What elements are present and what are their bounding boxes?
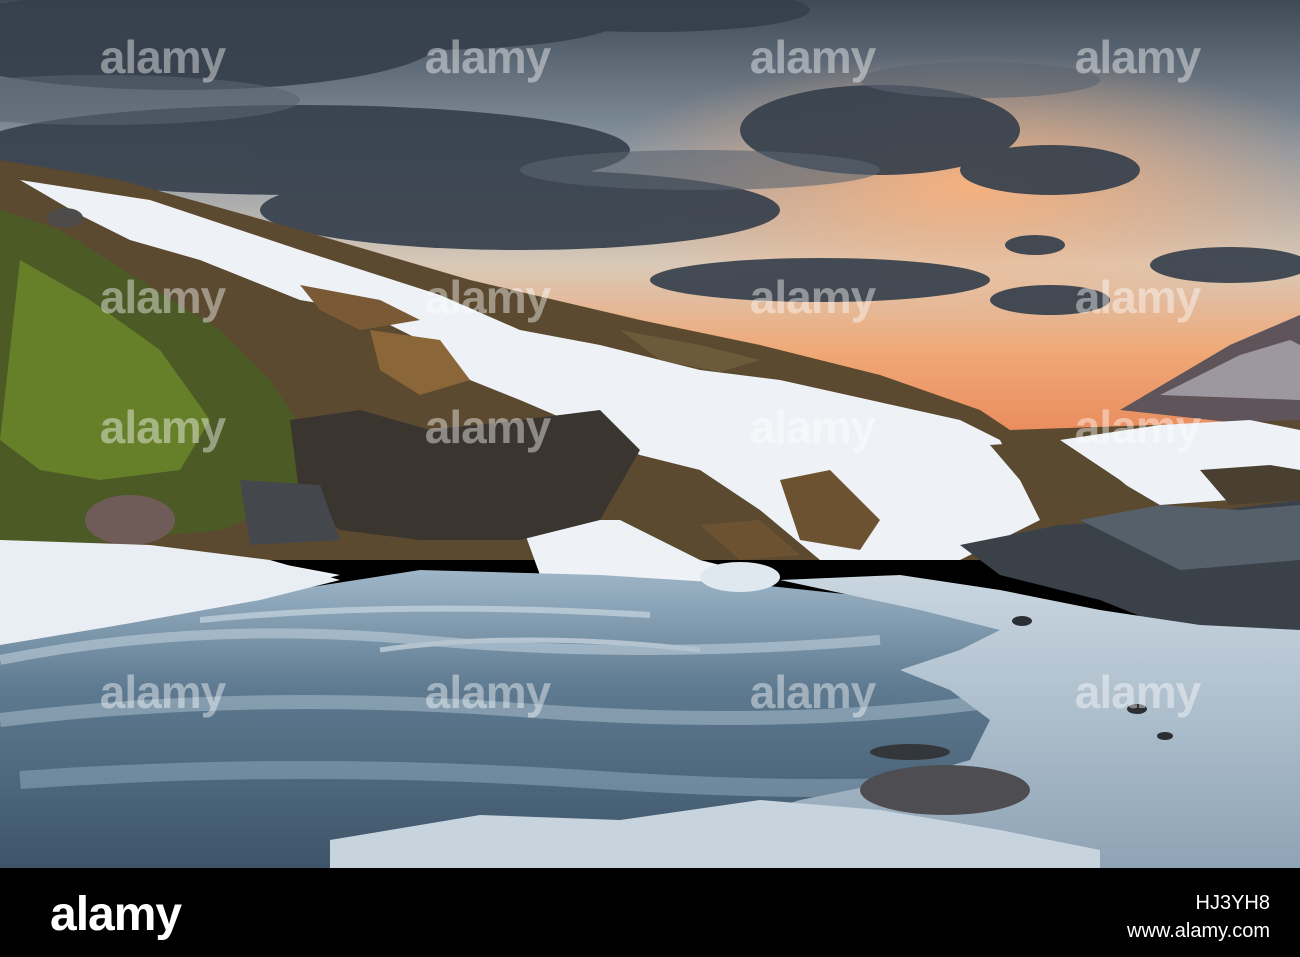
image-id: HJ3YH8	[1195, 892, 1270, 914]
photo-canvas	[0, 0, 1300, 868]
footer-bar	[0, 868, 1300, 957]
landscape-photo: alamy alamy alamy alamy alamy alamy alam…	[0, 0, 1300, 868]
image-viewer: alamy alamy alamy alamy alamy alamy alam…	[0, 0, 1300, 957]
brand-logo: alamy	[50, 888, 182, 941]
site-url: www.alamy.com	[1127, 920, 1270, 942]
